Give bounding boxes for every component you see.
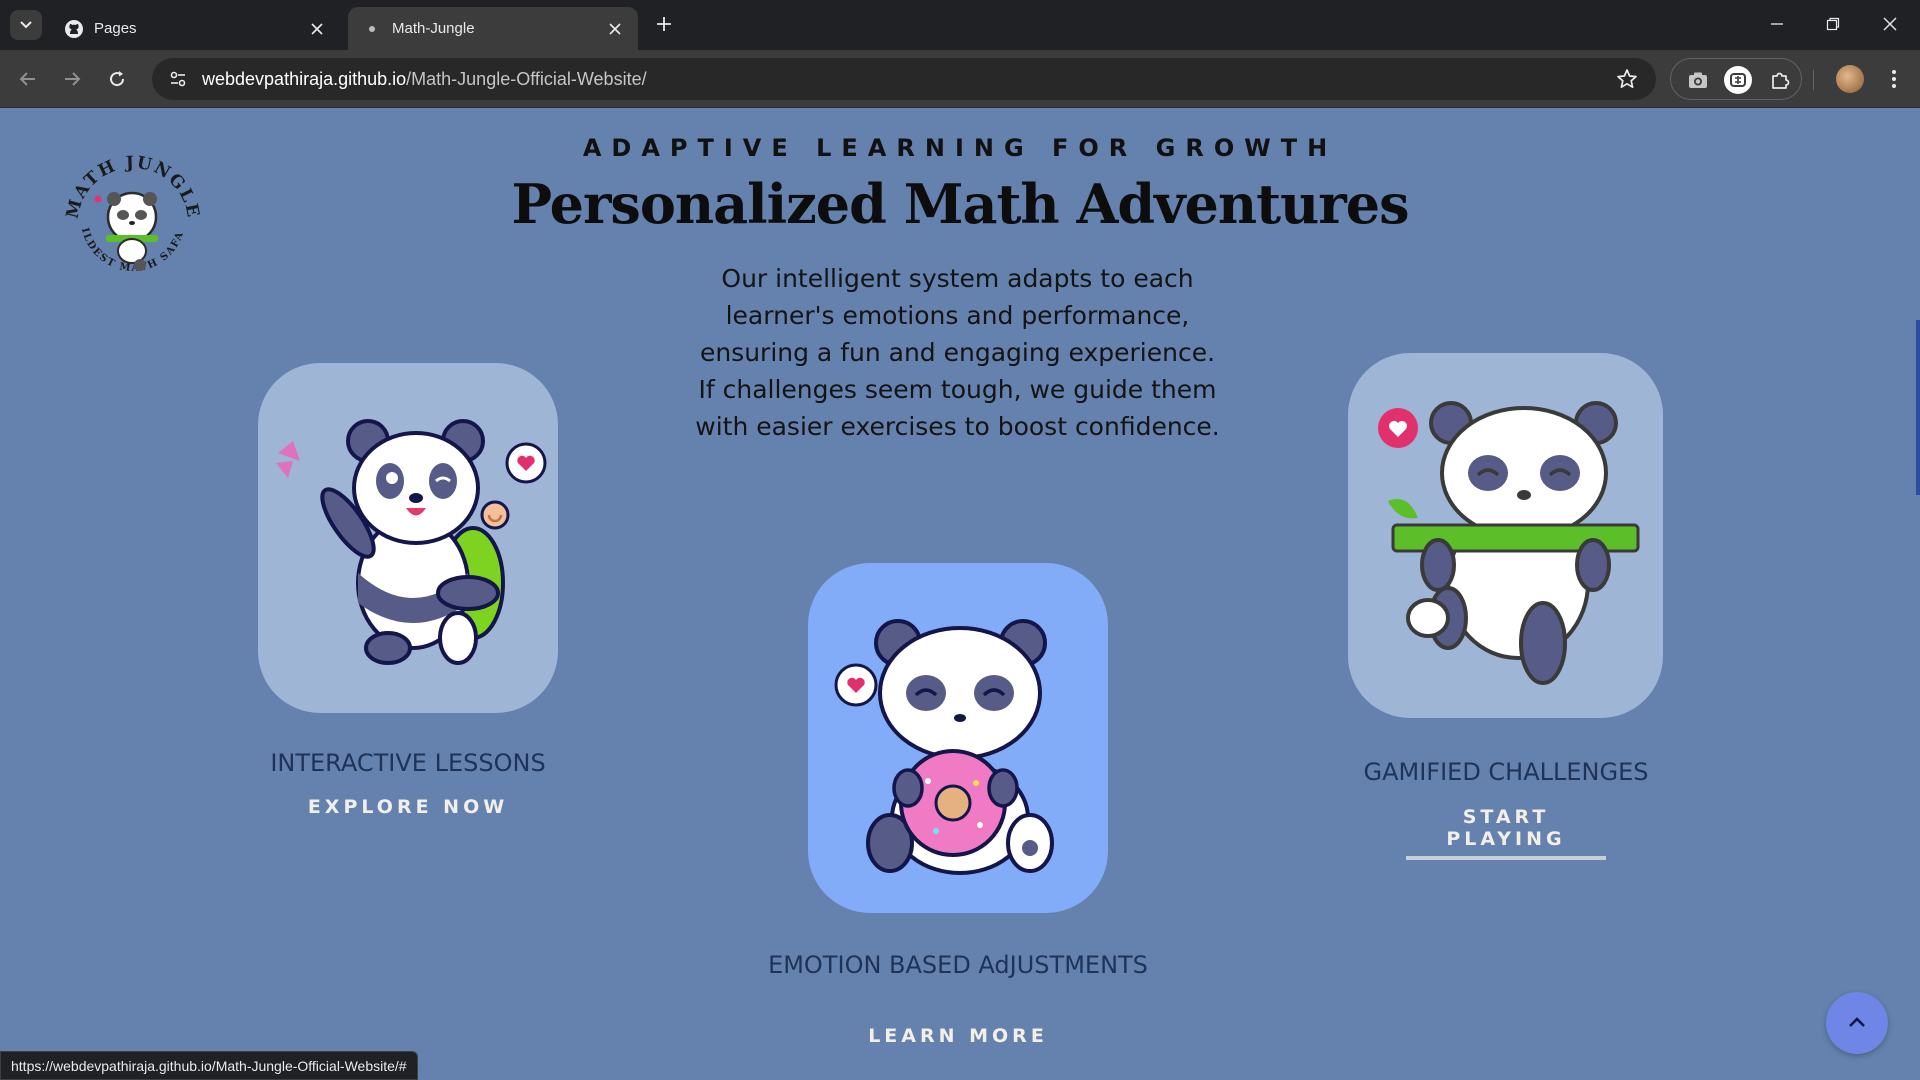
page-icon [362, 19, 382, 39]
url-text: webdevpathiraja.github.io/Math-Jungle-Of… [202, 69, 647, 90]
more-vertical-icon [1892, 70, 1896, 88]
forward-button[interactable] [58, 65, 86, 93]
scroll-indicator[interactable] [1916, 320, 1920, 495]
feature-card-gamified-challenges[interactable] [1348, 353, 1663, 718]
scroll-to-top-button[interactable] [1826, 992, 1888, 1054]
chevron-down-icon [20, 21, 32, 29]
url-path: /Math-Jungle-Official-Website/ [406, 68, 647, 89]
back-button[interactable] [14, 65, 42, 93]
page-headline: Personalized Math Adventures [511, 172, 1409, 236]
arrow-left-icon [19, 72, 35, 86]
feature-card-emotion-adjustments[interactable] [808, 563, 1108, 913]
toolbar-separator [1813, 70, 1814, 90]
intro-paragraph: Our intelligent system adapts to each le… [695, 264, 1220, 441]
section-eyebrow: ADAPTIVE LEARNING FOR GROWTH [582, 134, 1338, 162]
minimize-button[interactable] [1765, 12, 1789, 36]
close-tab-icon[interactable] [308, 20, 326, 38]
feature-card-interactive-lessons[interactable] [258, 363, 558, 713]
puzzle-extensions-icon[interactable] [1765, 65, 1795, 95]
tab-math-jungle[interactable]: Math-Jungle [348, 7, 638, 50]
feature-title: INTERACTIVE LESSONS [270, 749, 546, 777]
browser-menu-button[interactable] [1880, 65, 1908, 93]
arrow-right-icon [65, 72, 81, 86]
panda-bamboo-illustration [1378, 401, 1640, 685]
panda-donut-illustration [834, 619, 1054, 875]
github-icon [64, 19, 84, 39]
camera-icon[interactable] [1683, 65, 1713, 95]
feature-title: GAMIFIED CHALLENGES [1363, 758, 1649, 786]
panda-backpack-illustration [276, 419, 547, 665]
plus-icon [657, 17, 671, 31]
restore-icon [1826, 17, 1840, 31]
extensions-group [1670, 58, 1802, 100]
profile-avatar[interactable] [1836, 65, 1864, 93]
site-info-icon[interactable] [158, 63, 198, 95]
tab-search-button[interactable] [10, 10, 42, 40]
tab-pages[interactable]: Pages [50, 7, 340, 50]
address-bar[interactable]: webdevpathiraja.github.io/Math-Jungle-Of… [152, 58, 1656, 100]
learn-more-link[interactable]: LEARN MORE [758, 1025, 1158, 1047]
close-icon [1883, 17, 1897, 31]
browser-toolbar: webdevpathiraja.github.io/Math-Jungle-Of… [0, 50, 1920, 108]
tab-title: Math-Jungle [392, 20, 475, 37]
tab-title: Pages [94, 20, 137, 37]
reload-button[interactable] [103, 65, 131, 93]
page-content: MATH JUNGLE WILDEST MATH SAFARI ADAPTIVE… [0, 108, 1920, 1080]
new-tab-button[interactable] [652, 12, 676, 36]
link-status-bar: https://webdevpathiraja.github.io/Math-J… [0, 1051, 418, 1080]
close-window-button[interactable] [1878, 12, 1902, 36]
close-tab-icon[interactable] [606, 20, 624, 38]
chevron-up-icon [1849, 1017, 1865, 1027]
minimize-icon [1771, 23, 1783, 25]
tab-strip: Pages Math-Jungle [0, 0, 1920, 50]
restore-button[interactable] [1821, 12, 1845, 36]
translate-extension-icon[interactable] [1723, 65, 1753, 95]
explore-now-link[interactable]: EXPLORE NOW [208, 796, 608, 818]
start-playing-link[interactable]: START PLAYING [1406, 806, 1606, 860]
feature-title: EMOTION BASED AdJUSTMENTS [768, 951, 1148, 979]
bookmark-star-icon[interactable] [1614, 66, 1640, 92]
url-host: webdevpathiraja.github.io [202, 68, 407, 89]
reload-icon [110, 71, 125, 87]
